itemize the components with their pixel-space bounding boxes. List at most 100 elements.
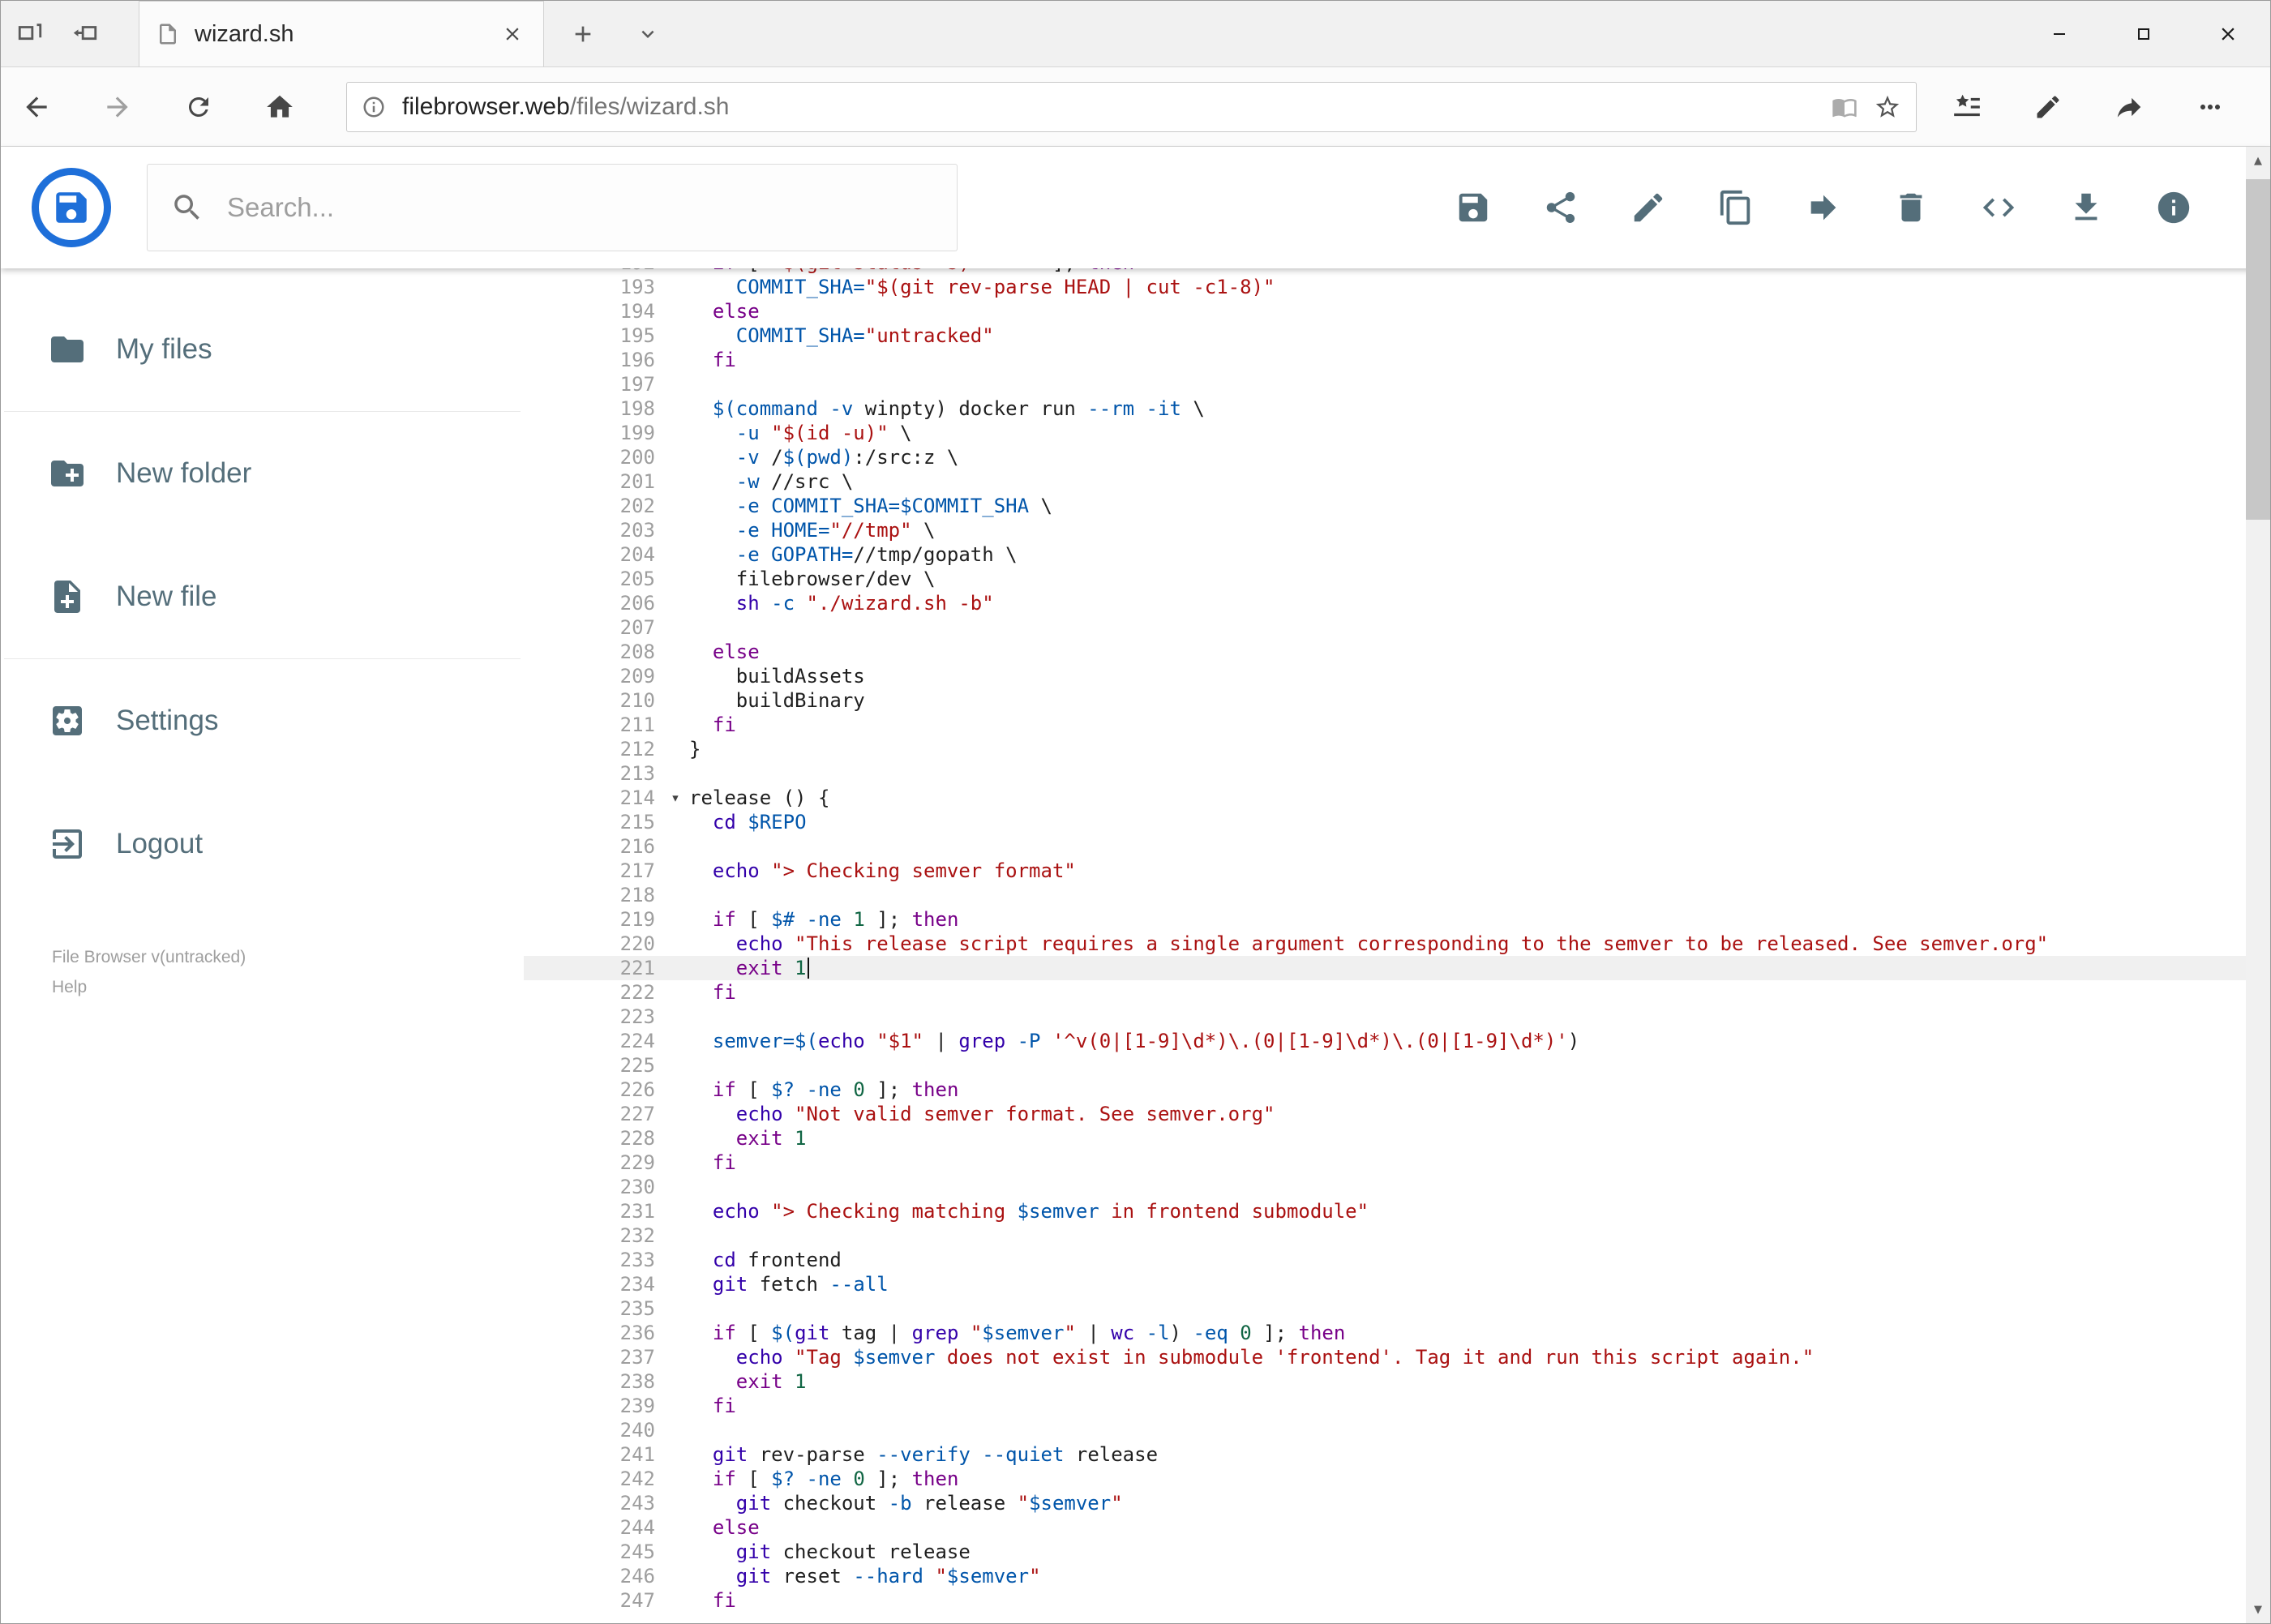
code-line-219[interactable]: 219 if [ $# -ne 1 ]; then <box>524 907 2270 932</box>
home-button[interactable] <box>257 84 302 130</box>
code-line-227[interactable]: 227 echo "Not valid semver format. See s… <box>524 1102 2270 1126</box>
code-line-221[interactable]: 221 exit 1 <box>524 956 2270 980</box>
code-line-235[interactable]: 235 <box>524 1296 2270 1321</box>
code-line-213[interactable]: 213 <box>524 761 2270 786</box>
back-button[interactable] <box>14 84 59 130</box>
code-line-239[interactable]: 239 fi <box>524 1394 2270 1418</box>
code-line-218[interactable]: 218 <box>524 883 2270 907</box>
code-line-211[interactable]: 211 fi <box>524 713 2270 737</box>
code-line-197[interactable]: 197 <box>524 372 2270 396</box>
sidebar-item-new-folder[interactable]: New folder <box>1 412 524 535</box>
scroll-thumb[interactable] <box>2246 179 2270 520</box>
sidebar-item-settings[interactable]: Settings <box>1 659 524 782</box>
forward-button[interactable] <box>95 84 140 130</box>
new-tab-button[interactable] <box>565 1 601 66</box>
code-line-202[interactable]: 202 -e COMMIT_SHA=$COMMIT_SHA \ <box>524 494 2270 518</box>
share-page-button[interactable] <box>2111 89 2147 125</box>
code-line-200[interactable]: 200 -v /$(pwd):/src:z \ <box>524 445 2270 469</box>
code-line-242[interactable]: 242 if [ $? -ne 0 ]; then <box>524 1467 2270 1491</box>
favorite-button[interactable] <box>1874 93 1901 121</box>
code-line-226[interactable]: 226 if [ $? -ne 0 ]; then <box>524 1078 2270 1102</box>
code-line-196[interactable]: 196 fi <box>524 348 2270 372</box>
help-link[interactable]: Help <box>52 973 87 1003</box>
code-line-192[interactable]: 192 if [ "$(git status -s)" = "" ]; then <box>524 268 2270 275</box>
info-button[interactable] <box>2155 189 2192 226</box>
url-bar[interactable]: filebrowser.web/files/wizard.sh <box>346 81 1917 132</box>
tab-close-button[interactable] <box>498 19 527 49</box>
window-maximize-button[interactable] <box>2102 1 2186 66</box>
tab-preview-button[interactable] <box>67 16 103 52</box>
window-close-button[interactable] <box>2186 1 2270 66</box>
code-line-207[interactable]: 207 <box>524 615 2270 640</box>
code-line-204[interactable]: 204 -e GOPATH=//tmp/gopath \ <box>524 542 2270 567</box>
code-line-237[interactable]: 237 echo "Tag $semver does not exist in … <box>524 1345 2270 1369</box>
delete-button[interactable] <box>1892 189 1930 226</box>
window-minimize-button[interactable] <box>2017 1 2102 66</box>
move-button[interactable] <box>1805 189 1842 226</box>
code-line-234[interactable]: 234 git fetch --all <box>524 1272 2270 1296</box>
code-line-228[interactable]: 228 exit 1 <box>524 1126 2270 1151</box>
code-line-233[interactable]: 233 cd frontend <box>524 1248 2270 1272</box>
code-line-238[interactable]: 238 exit 1 <box>524 1369 2270 1394</box>
code-line-217[interactable]: 217 echo "> Checking semver format" <box>524 859 2270 883</box>
fold-marker-icon[interactable]: ▾ <box>662 786 689 810</box>
web-note-button[interactable] <box>2030 89 2066 125</box>
tabs-aside-button[interactable] <box>12 16 48 52</box>
refresh-button[interactable] <box>176 84 221 130</box>
code-line-201[interactable]: 201 -w //src \ <box>524 469 2270 494</box>
share-button[interactable] <box>1542 189 1579 226</box>
sidebar-item-new-file[interactable]: New file <box>1 535 524 658</box>
code-line-203[interactable]: 203 -e HOME="//tmp" \ <box>524 518 2270 542</box>
code-line-245[interactable]: 245 git checkout release <box>524 1540 2270 1564</box>
browser-menu-button[interactable] <box>2192 89 2228 125</box>
search-bar[interactable] <box>147 164 958 251</box>
code-line-230[interactable]: 230 <box>524 1175 2270 1199</box>
sidebar-item-logout[interactable]: Logout <box>1 782 524 906</box>
code-line-236[interactable]: 236 if [ $(git tag | grep "$semver" | wc… <box>524 1321 2270 1345</box>
code-line-212[interactable]: 212} <box>524 737 2270 761</box>
app-logo[interactable] <box>32 168 111 247</box>
code-line-205[interactable]: 205 filebrowser/dev \ <box>524 567 2270 591</box>
code-line-193[interactable]: 193 COMMIT_SHA="$(git rev-parse HEAD | c… <box>524 275 2270 299</box>
search-input[interactable] <box>227 192 934 223</box>
tab-preview-toggle-button[interactable] <box>630 1 666 66</box>
edit-button[interactable] <box>1630 189 1667 226</box>
code-line-222[interactable]: 222 fi <box>524 980 2270 1005</box>
code-line-231[interactable]: 231 echo "> Checking matching $semver in… <box>524 1199 2270 1223</box>
code-line-210[interactable]: 210 buildBinary <box>524 688 2270 713</box>
code-line-209[interactable]: 209 buildAssets <box>524 664 2270 688</box>
code-line-195[interactable]: 195 COMMIT_SHA="untracked" <box>524 324 2270 348</box>
code-line-206[interactable]: 206 sh -c "./wizard.sh -b" <box>524 591 2270 615</box>
code-line-224[interactable]: 224 semver=$(echo "$1" | grep -P '^v(0|[… <box>524 1029 2270 1053</box>
code-line-241[interactable]: 241 git rev-parse --verify --quiet relea… <box>524 1442 2270 1467</box>
sidebar-item-my-files[interactable]: My files <box>1 288 524 411</box>
code-line-208[interactable]: 208 else <box>524 640 2270 664</box>
code-line-232[interactable]: 232 <box>524 1223 2270 1248</box>
save-button[interactable] <box>1455 189 1492 226</box>
code-line-220[interactable]: 220 echo "This release script requires a… <box>524 932 2270 956</box>
code-line-240[interactable]: 240 <box>524 1418 2270 1442</box>
code-line-225[interactable]: 225 <box>524 1053 2270 1078</box>
source-button[interactable] <box>1980 189 2017 226</box>
page-scrollbar[interactable]: ▲ ▼ <box>2246 147 2270 1623</box>
site-info-button[interactable] <box>362 95 386 119</box>
browser-tab[interactable]: wizard.sh <box>139 1 544 66</box>
code-line-244[interactable]: 244 else <box>524 1515 2270 1540</box>
reading-view-button[interactable] <box>1832 94 1858 120</box>
scroll-down-button[interactable]: ▼ <box>2246 1596 2270 1623</box>
code-line-198[interactable]: 198 $(command -v winpty) docker run --rm… <box>524 396 2270 421</box>
favorites-hub-button[interactable] <box>1949 89 1985 125</box>
code-line-229[interactable]: 229 fi <box>524 1151 2270 1175</box>
code-line-247[interactable]: 247 fi <box>524 1588 2270 1613</box>
code-line-214[interactable]: 214 ▾ release () { <box>524 786 2270 810</box>
code-line-215[interactable]: 215 cd $REPO <box>524 810 2270 834</box>
code-line-199[interactable]: 199 -u "$(id -u)" \ <box>524 421 2270 445</box>
download-button[interactable] <box>2067 189 2105 226</box>
code-line-223[interactable]: 223 <box>524 1005 2270 1029</box>
scroll-up-button[interactable]: ▲ <box>2246 147 2270 174</box>
code-line-243[interactable]: 243 git checkout -b release "$semver" <box>524 1491 2270 1515</box>
code-line-216[interactable]: 216 <box>524 834 2270 859</box>
code-line-194[interactable]: 194 else <box>524 299 2270 324</box>
code-editor[interactable]: 192 if [ "$(git status -s)" = "" ]; then… <box>524 268 2270 1623</box>
code-line-246[interactable]: 246 git reset --hard "$semver" <box>524 1564 2270 1588</box>
